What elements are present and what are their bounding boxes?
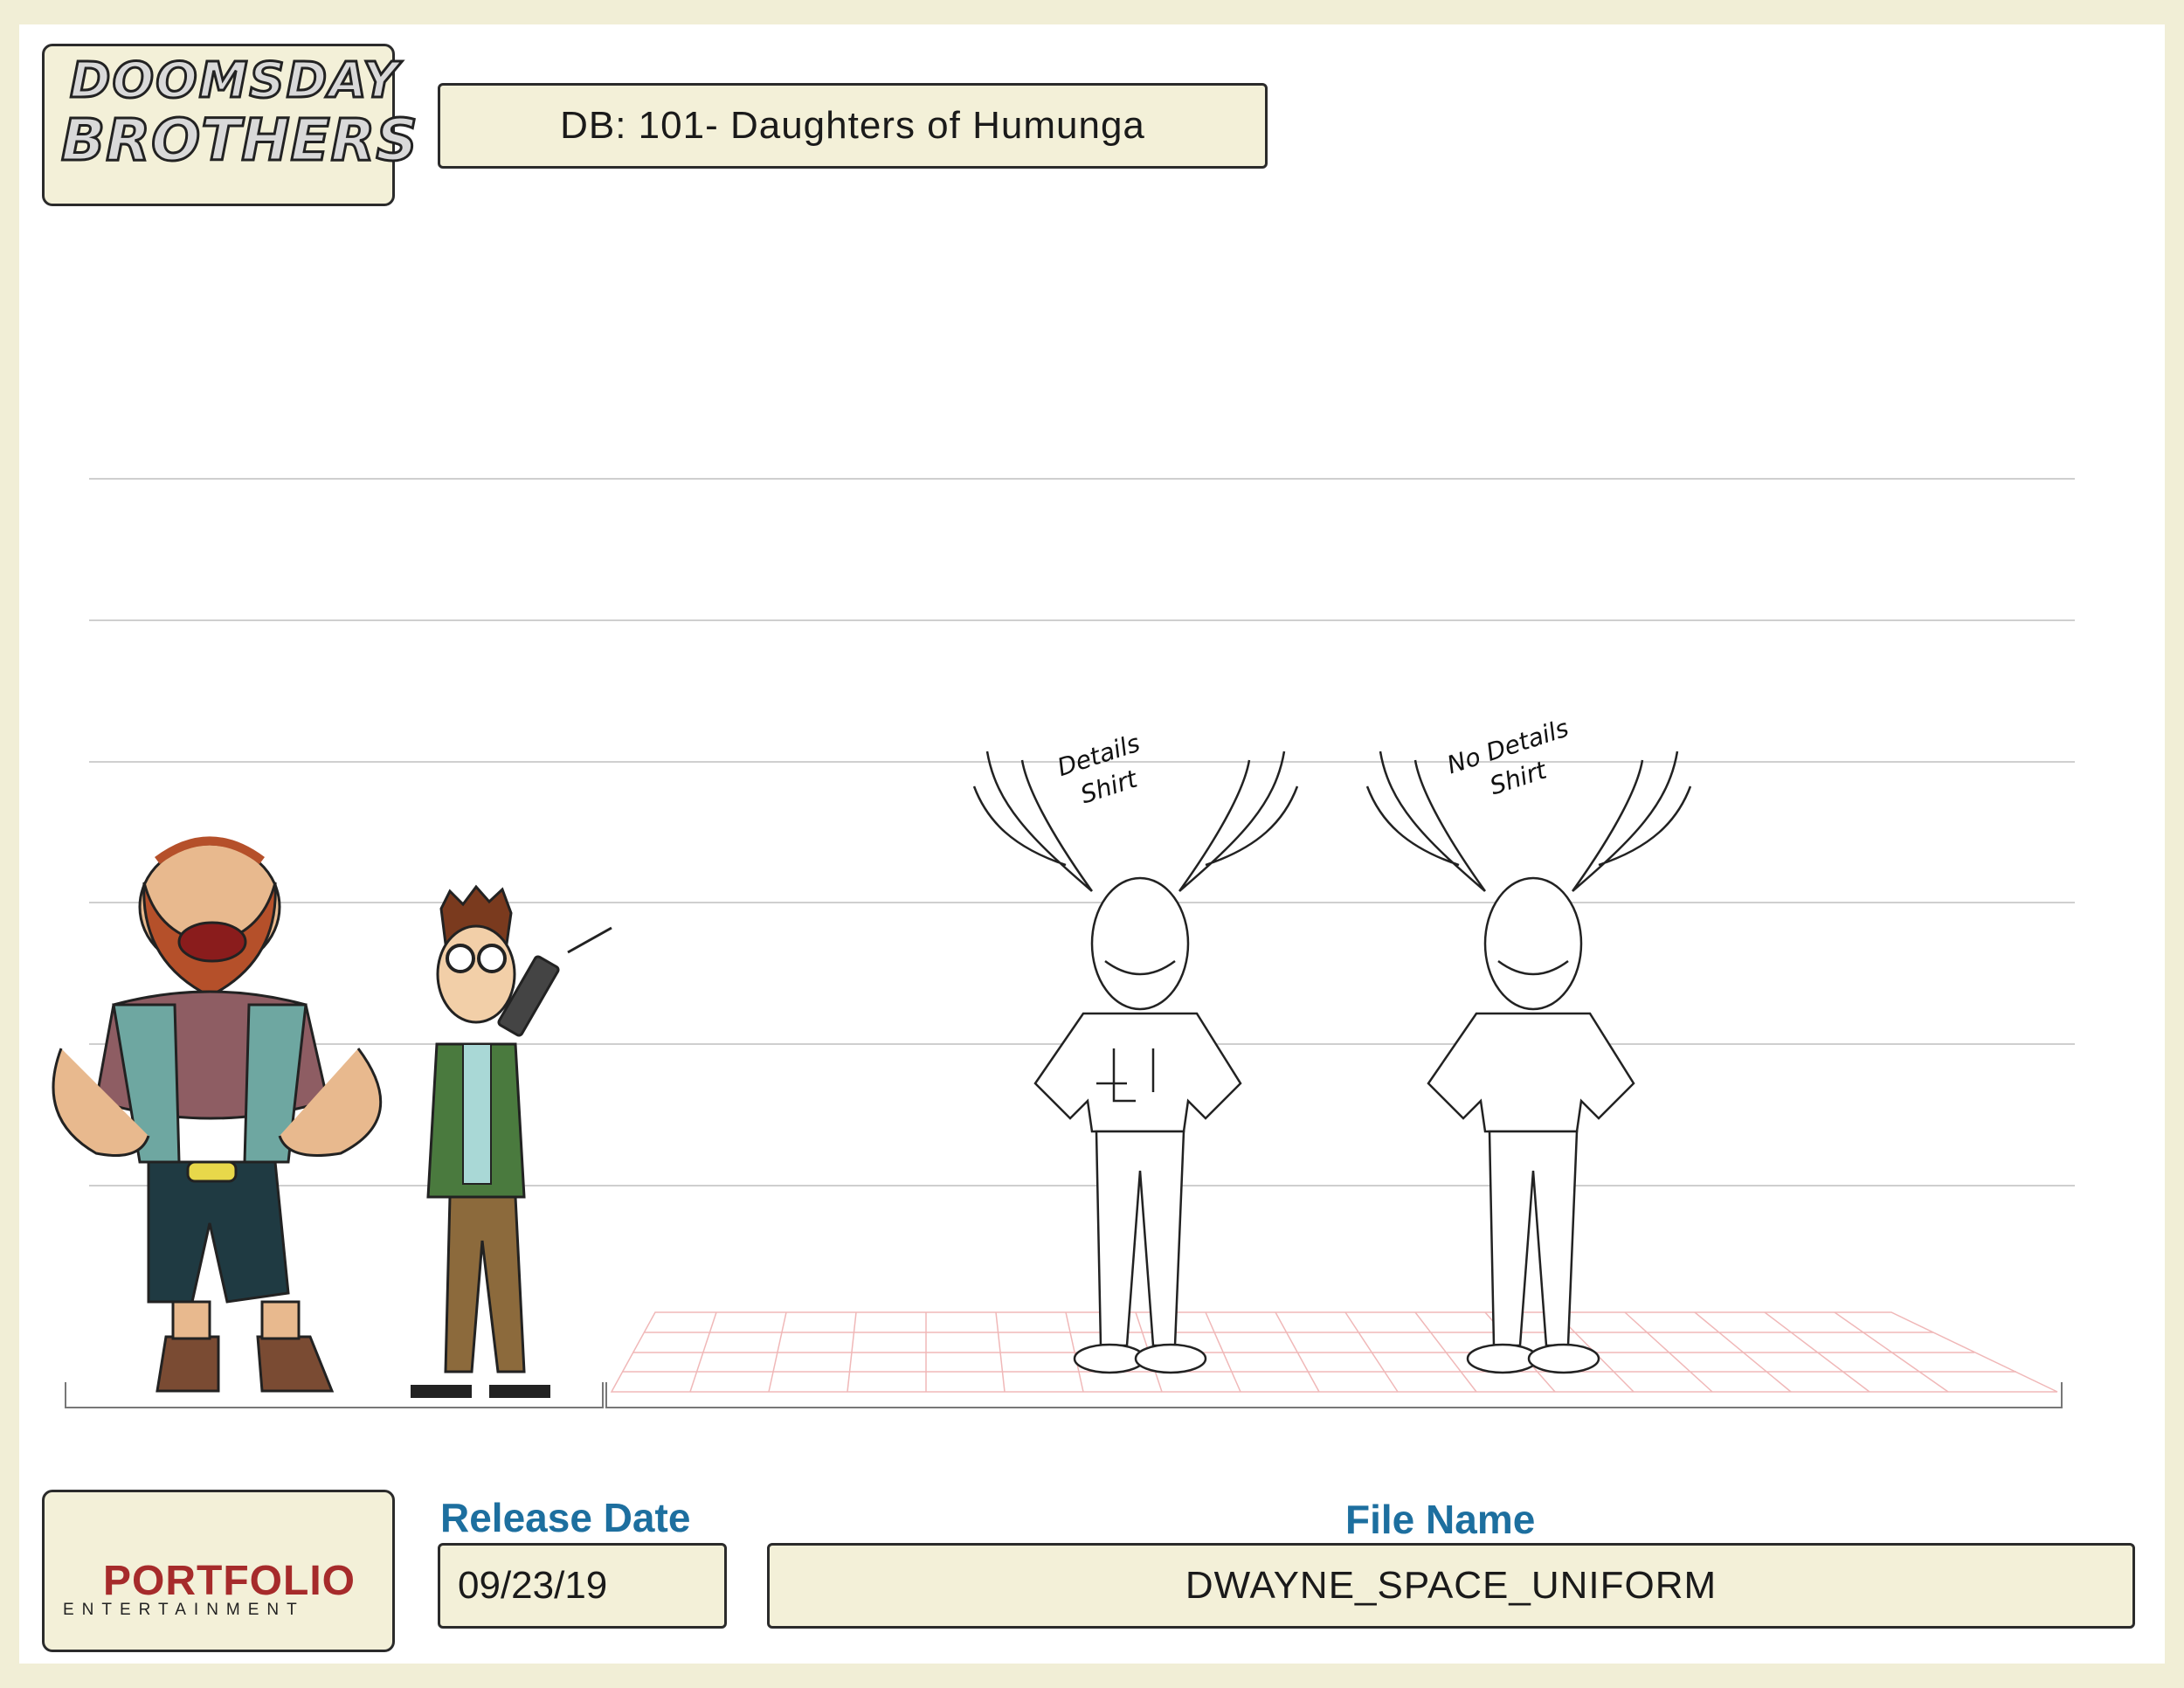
file-name-value: DWAYNE_SPACE_UNIFORM — [1185, 1564, 1717, 1607]
dwayne-details-shirt-figure — [972, 751, 1299, 1374]
release-date-label: Release Date — [440, 1495, 691, 1540]
portfolio-logo-word: PORTFOLIO — [103, 1558, 356, 1604]
artwork-layer — [52, 478, 2075, 1601]
dwayne-no-details-shirt-figure — [1365, 751, 1692, 1374]
file-name-field: DWAYNE_SPACE_UNIFORM — [767, 1543, 2135, 1629]
episode-title: DB: 101- Daughters of Humunga — [560, 104, 1145, 147]
nerdy-brother-figure — [411, 884, 612, 1398]
portfolio-logo-subtitle: ENTERTAINMENT — [63, 1601, 305, 1619]
show-logo-line-1: DOOMSDAY — [69, 52, 400, 111]
file-name-label: File Name — [1345, 1497, 1536, 1542]
bearded-brother-figure — [52, 836, 383, 1393]
baseline-brackets — [65, 1382, 2063, 1408]
release-date-value: 09/23/19 — [458, 1564, 608, 1607]
episode-title-box: DB: 101- Daughters of Humunga — [438, 83, 1268, 169]
show-logo-line-2: BROTHERS — [60, 106, 419, 176]
floor-grid — [610, 1311, 2058, 1393]
release-date-field: 09/23/19 — [438, 1543, 727, 1629]
model-sheet-page: DOOMSDAY BROTHERS DB: 101- Daughters of … — [0, 0, 2184, 1688]
